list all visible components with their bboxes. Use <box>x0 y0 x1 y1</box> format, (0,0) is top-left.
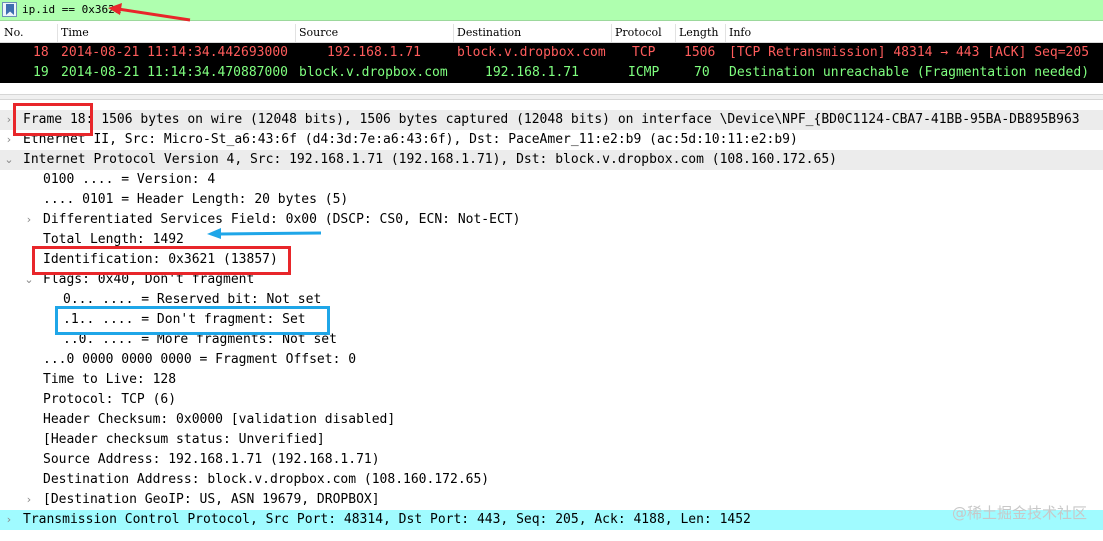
column-protocol[interactable]: Protocol <box>615 26 662 39</box>
annotation-box-dont-fragment <box>55 306 330 335</box>
packet-source: block.v.dropbox.com <box>299 65 448 80</box>
tree-item-geoip[interactable]: › [Destination GeoIP: US, ASN 19679, DRO… <box>0 490 1103 510</box>
tree-item-version[interactable]: 0100 .... = Version: 4 <box>0 170 1103 190</box>
column-destination[interactable]: Destination <box>457 26 521 39</box>
column-length[interactable]: Length <box>679 26 718 39</box>
packet-row[interactable]: 18 2014-08-21 11:14:34.442693000 192.168… <box>0 43 1103 63</box>
tree-item-source-address[interactable]: Source Address: 192.168.1.71 (192.168.1.… <box>0 450 1103 470</box>
packet-destination: 192.168.1.71 <box>485 65 579 80</box>
tree-item-ethernet[interactable]: › Ethernet II, Src: Micro-St_a6:43:6f (d… <box>0 130 1103 150</box>
watermark-text: @稀土掘金技术社区 <box>951 504 1087 522</box>
pane-splitter[interactable] <box>0 94 1103 100</box>
packet-length: 1506 <box>684 45 716 60</box>
tree-item-header-length[interactable]: .... 0101 = Header Length: 20 bytes (5) <box>0 190 1103 210</box>
packet-no: 19 <box>33 65 49 80</box>
tree-item-protocol[interactable]: Protocol: TCP (6) <box>0 390 1103 410</box>
packet-time: 2014-08-21 11:14:34.442693000 <box>61 45 288 60</box>
tree-item-checksum-status[interactable]: [Header checksum status: Unverified] <box>0 430 1103 450</box>
tree-item-dsfield[interactable]: › Differentiated Services Field: 0x00 (D… <box>0 210 1103 230</box>
expand-arrow-icon[interactable]: › <box>4 510 14 530</box>
packet-destination: block.v.dropbox.com <box>457 45 606 60</box>
packet-no: 18 <box>33 45 49 60</box>
tree-item-fragment-offset[interactable]: ...0 0000 0000 0000 = Fragment Offset: 0 <box>0 350 1103 370</box>
packet-source: 192.168.1.71 <box>327 45 421 60</box>
annotation-arrow-blue <box>207 228 322 239</box>
packet-row[interactable]: 19 2014-08-21 11:14:34.470887000 block.v… <box>0 63 1103 83</box>
column-source[interactable]: Source <box>299 26 338 39</box>
tree-item-ttl[interactable]: Time to Live: 128 <box>0 370 1103 390</box>
packet-protocol: ICMP <box>628 65 660 80</box>
tree-item-ipv4[interactable]: ⌄ Internet Protocol Version 4, Src: 192.… <box>0 150 1103 170</box>
packet-time: 2014-08-21 11:14:34.470887000 <box>61 65 288 80</box>
annotation-box-identification <box>32 246 291 275</box>
packet-protocol: TCP <box>632 45 656 60</box>
expand-arrow-icon[interactable]: › <box>24 210 34 230</box>
tree-item-frame[interactable]: › Frame 18: 1506 bytes on wire (12048 bi… <box>0 110 1103 130</box>
display-filter-bar[interactable]: ip.id == 0x3621 <box>0 0 1103 22</box>
column-no[interactable]: No. <box>4 26 24 39</box>
tree-item-checksum[interactable]: Header Checksum: 0x0000 [validation disa… <box>0 410 1103 430</box>
expand-arrow-icon[interactable]: › <box>24 490 34 510</box>
packet-info: Destination unreachable (Fragmentation n… <box>729 65 1090 80</box>
packet-info: [TCP Retransmission] 48314 → 443 [ACK] S… <box>729 45 1090 60</box>
annotation-box-frame <box>13 103 93 136</box>
column-time[interactable]: Time <box>61 26 89 39</box>
packet-list-header: No. Time Source Destination Protocol Len… <box>0 24 1103 43</box>
tree-item-tcp[interactable]: › Transmission Control Protocol, Src Por… <box>0 510 1103 530</box>
annotation-arrow-red <box>108 3 191 22</box>
collapse-arrow-icon[interactable]: ⌄ <box>4 150 14 170</box>
tree-item-destination-address[interactable]: Destination Address: block.v.dropbox.com… <box>0 470 1103 490</box>
bookmark-icon[interactable] <box>2 2 17 17</box>
column-info[interactable]: Info <box>729 26 751 39</box>
packet-length: 70 <box>694 65 710 80</box>
